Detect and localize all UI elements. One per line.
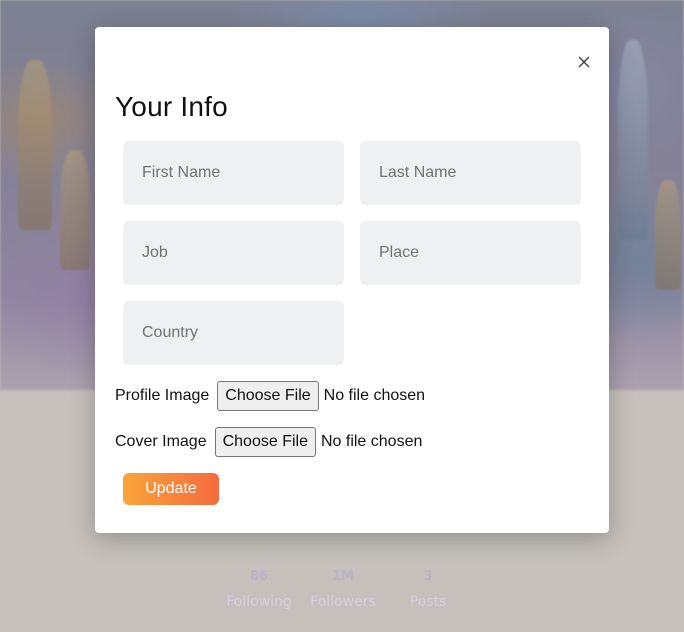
stat-value: 86 bbox=[249, 569, 269, 584]
cover-image-row: Cover Image Choose File No file chosen bbox=[115, 427, 422, 457]
profile-image-row: Profile Image Choose File No file chosen bbox=[115, 381, 425, 411]
stat-value: 1M bbox=[332, 569, 354, 584]
cover-image-file-status: No file chosen bbox=[320, 433, 423, 450]
stat-label: Posts bbox=[409, 594, 447, 610]
edit-info-modal: Your Info Profile Image Choose File No f… bbox=[95, 27, 609, 533]
cover-image-choose-file-button[interactable]: Choose File bbox=[214, 427, 316, 457]
stat-followers: 1M Followers bbox=[306, 568, 380, 610]
update-button[interactable]: Update bbox=[123, 473, 219, 505]
profile-stats: 86 Following 1M Followers 3 Posts bbox=[0, 560, 684, 632]
profile-image-label: Profile Image bbox=[115, 387, 210, 404]
stat-posts: 3 Posts bbox=[402, 568, 454, 610]
first-name-input[interactable] bbox=[123, 141, 344, 205]
country-input[interactable] bbox=[123, 301, 344, 365]
stat-label: Following bbox=[226, 594, 292, 610]
cover-image-label: Cover Image bbox=[115, 433, 207, 450]
place-input[interactable] bbox=[360, 221, 581, 285]
last-name-input[interactable] bbox=[360, 141, 581, 205]
stat-value: 3 bbox=[423, 569, 433, 584]
close-icon[interactable] bbox=[575, 53, 593, 71]
profile-image-choose-file-button[interactable]: Choose File bbox=[217, 381, 319, 411]
profile-image-file-status: No file chosen bbox=[323, 387, 426, 404]
stat-following: 86 Following bbox=[224, 568, 294, 610]
modal-title: Your Info bbox=[115, 91, 228, 122]
job-input[interactable] bbox=[123, 221, 344, 285]
stat-label: Followers bbox=[310, 594, 376, 610]
